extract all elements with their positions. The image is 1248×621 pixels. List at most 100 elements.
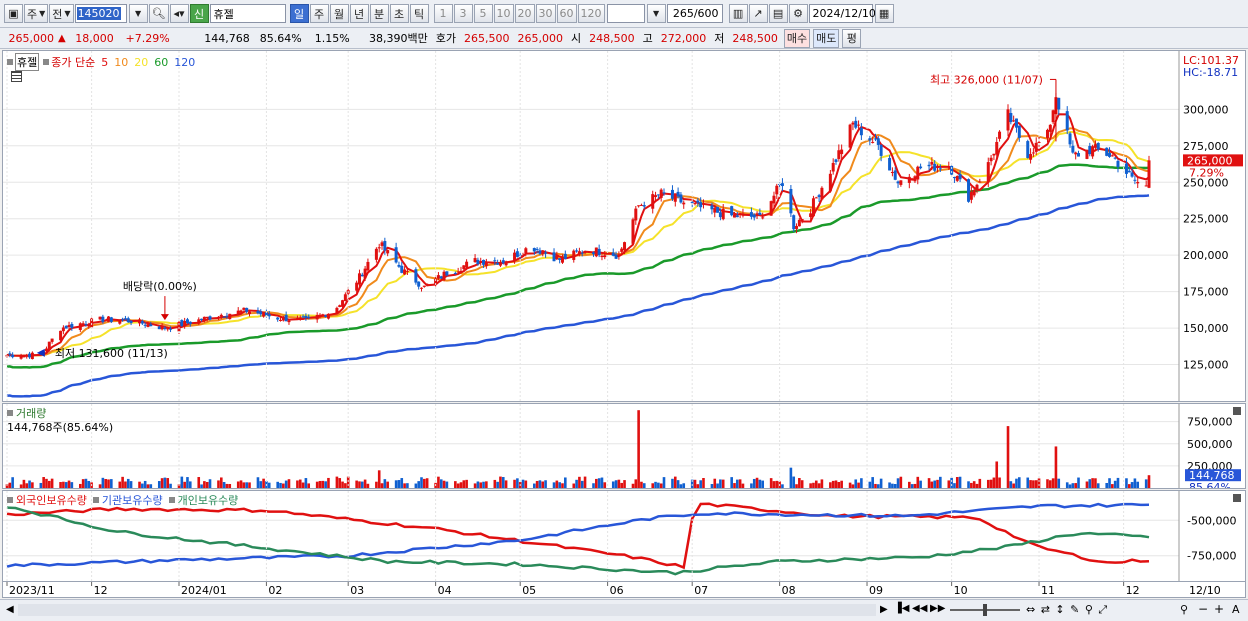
ma-legend-item[interactable]: 5	[101, 56, 108, 69]
price-chart[interactable]: 125,000150,000175,000200,000225,000250,0…	[3, 51, 1245, 401]
sell-button[interactable]: 매도	[813, 28, 840, 48]
volume-bar	[1046, 479, 1049, 488]
interval-button[interactable]: 120	[577, 4, 605, 23]
volume-chart[interactable]: 250,000500,000750,000144,76885.64%	[3, 404, 1245, 494]
volume-bar	[848, 482, 852, 488]
font-size-icon[interactable]: A	[1232, 603, 1240, 616]
interval-button[interactable]: 20	[514, 4, 535, 23]
period-button[interactable]: 분	[369, 4, 389, 23]
holding-line-0	[6, 502, 1150, 570]
chart-tools-icons[interactable]: ⇔ ⇄ ↕ ✎ ⚲ ⤢	[1026, 603, 1108, 617]
candle	[262, 312, 266, 317]
code-dropdown-button[interactable]: ▼	[128, 4, 148, 23]
holdings-chart-panel[interactable]: -500,000 -750,000 외국인보유수량 기관보유수량 개인보유수량	[2, 490, 1246, 582]
search-icon[interactable]: 🔍︎	[148, 4, 169, 23]
candle	[1091, 146, 1095, 157]
candle	[183, 320, 187, 327]
candle	[476, 259, 480, 265]
plus-icon[interactable]: +	[1214, 602, 1224, 616]
period-button[interactable]: 초	[389, 4, 409, 23]
candle	[1105, 147, 1109, 156]
zoom-handle[interactable]	[983, 604, 987, 616]
turnover-ratio: 1.15%	[314, 31, 350, 45]
price-chart-panel[interactable]: 125,000 150,000 175,000 200,000 225,000 250,0…	[2, 50, 1246, 402]
candle	[532, 248, 536, 252]
table-icon[interactable]	[11, 71, 22, 82]
window-menu-icon[interactable]: ▣	[4, 4, 23, 23]
interval-input[interactable]	[606, 4, 645, 23]
volume-bar	[651, 483, 655, 488]
scroll-track[interactable]	[18, 604, 876, 616]
date-input[interactable]: 2024/12/10	[808, 4, 876, 23]
ma-legend-item[interactable]: 60	[154, 56, 168, 69]
period-button[interactable]: 일	[289, 4, 309, 23]
chevron-down-icon: ▼	[64, 9, 71, 18]
interval-button[interactable]: 10	[493, 4, 514, 23]
interval-button[interactable]: 60	[556, 4, 577, 23]
code-input[interactable]: 145020	[74, 4, 127, 23]
zoom-out-icon[interactable]: ⚲	[1180, 603, 1188, 616]
market-select[interactable]: 주 ▼	[24, 4, 49, 23]
period-button[interactable]: 주	[309, 4, 329, 23]
code-type-select[interactable]: 전 ▼	[49, 4, 74, 23]
close-icon[interactable]	[1233, 407, 1241, 415]
volume-bar	[752, 478, 756, 488]
eval-button[interactable]: 평	[842, 28, 862, 48]
count-input[interactable]: 265/600	[666, 4, 723, 23]
date-label: 10	[954, 584, 968, 597]
candle	[854, 120, 858, 128]
volume-bar	[377, 470, 381, 488]
candle	[188, 321, 192, 325]
period-button[interactable]: 월	[329, 4, 349, 23]
chart-tool-icon[interactable]: ▥	[728, 4, 748, 23]
candle	[592, 252, 596, 255]
candle	[840, 149, 844, 155]
ma-legend-item[interactable]: 120	[174, 56, 195, 69]
candle	[501, 260, 505, 264]
period-button[interactable]: 년	[349, 4, 369, 23]
close-icon[interactable]	[1233, 494, 1241, 502]
interval-buttons: 1 3 5 10 20 30 60 120	[433, 4, 606, 23]
y-tick-label: 275,000	[1183, 140, 1229, 153]
interval-button[interactable]: 1	[433, 4, 453, 23]
candle	[295, 318, 299, 320]
code-type-label: 전	[52, 7, 63, 21]
candle	[245, 307, 249, 312]
interval-dropdown-button[interactable]: ▼	[646, 4, 666, 23]
candle	[360, 274, 364, 277]
interval-button[interactable]: 30	[535, 4, 556, 23]
candle	[986, 162, 990, 182]
candle	[315, 315, 319, 320]
volume-bar	[1130, 482, 1134, 488]
save-icon[interactable]: ▤	[768, 4, 788, 23]
holdings-legend-item[interactable]: 외국인보유수량	[16, 492, 87, 508]
ma-legend-item[interactable]: 10	[114, 56, 128, 69]
prev-page-icon[interactable]: ◀◀	[912, 603, 927, 614]
interval-button[interactable]: 5	[473, 4, 493, 23]
next-page-icon[interactable]: ▶▶	[930, 603, 945, 614]
date-label: 12	[94, 584, 108, 597]
volume-chart-panel[interactable]: 250,000 500,000 750,000 144,768 85.64% 거래량 1…	[2, 403, 1246, 494]
candle	[324, 315, 328, 317]
holdings-legend-item[interactable]: 개인보유수량	[178, 492, 239, 508]
speaker-icon[interactable]: ◂▾	[169, 4, 189, 23]
candle	[555, 256, 559, 260]
volume-bar	[1054, 446, 1058, 488]
draw-tool-icon[interactable]: ↗	[748, 4, 768, 23]
period-button[interactable]: 틱	[409, 4, 429, 23]
first-page-icon[interactable]: ▐◀	[894, 603, 909, 614]
stock-name-field[interactable]: 휴젤	[209, 4, 286, 23]
calendar-icon[interactable]: ▦	[874, 4, 894, 23]
interval-button[interactable]: 3	[453, 4, 473, 23]
gear-icon[interactable]: ⚙	[788, 4, 808, 23]
holdings-legend-item[interactable]: 기관보유수량	[102, 492, 163, 508]
volume-bar	[820, 479, 824, 488]
volume-bar	[1026, 477, 1030, 488]
minus-icon[interactable]: −	[1198, 602, 1208, 616]
ma-legend-item[interactable]: 20	[134, 56, 148, 69]
stock-legend-label[interactable]: 휴젤	[15, 53, 40, 71]
scroll-right-icon[interactable]: ▶	[880, 604, 888, 615]
buy-button[interactable]: 매수	[783, 28, 811, 48]
scroll-left-icon[interactable]: ◀	[6, 604, 14, 615]
ma-legend-title[interactable]: 종가 단순	[51, 54, 95, 70]
